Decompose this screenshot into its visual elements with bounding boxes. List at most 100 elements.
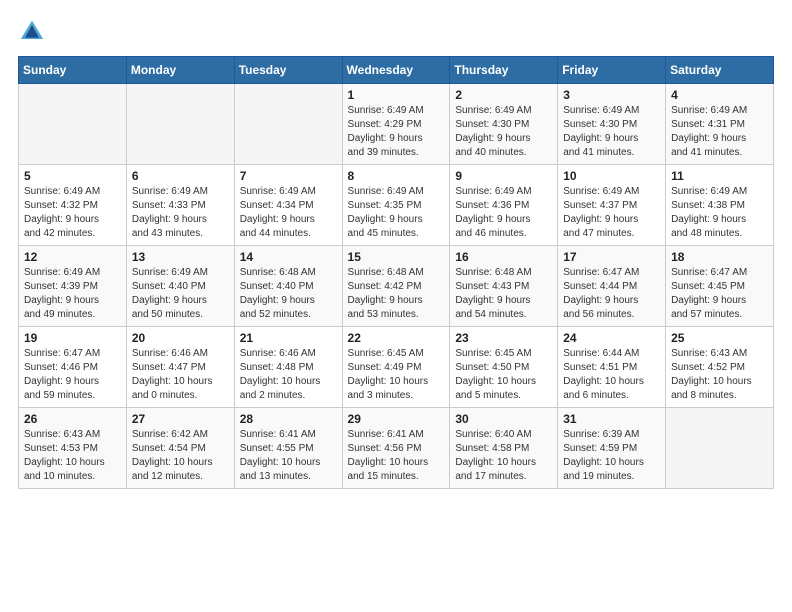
day-cell: 13 Sunrise: 6:49 AM Sunset: 4:40 PM Dayli…	[126, 246, 234, 327]
day-cell: 14 Sunrise: 6:48 AM Sunset: 4:40 PM Dayli…	[234, 246, 342, 327]
day-cell: 5 Sunrise: 6:49 AM Sunset: 4:32 PM Daylig…	[19, 165, 127, 246]
day-number: 4	[671, 88, 768, 102]
day-detail: Sunrise: 6:49 AM Sunset: 4:32 PM Dayligh…	[24, 185, 121, 241]
day-cell: 22 Sunrise: 6:45 AM Sunset: 4:49 PM Dayli…	[342, 327, 450, 408]
day-cell: 18Sunrise: 6:47 AM Sunset: 4:45 PM Dayli…	[666, 246, 774, 327]
day-number: 6	[132, 169, 229, 183]
day-number: 1	[348, 88, 445, 102]
day-detail: Sunrise: 6:48 AM Sunset: 4:40 PM Dayligh…	[240, 266, 337, 322]
day-cell	[666, 408, 774, 489]
day-detail: Sunrise: 6:47 AM Sunset: 4:46 PM Dayligh…	[24, 347, 121, 403]
day-detail: Sunrise: 6:49 AM Sunset: 4:30 PM Dayligh…	[455, 104, 552, 160]
weekday-header-monday: Monday	[126, 57, 234, 84]
day-number: 31	[563, 412, 660, 426]
day-cell: 30Sunrise: 6:40 AM Sunset: 4:58 PM Dayli…	[450, 408, 558, 489]
day-cell: 28 Sunrise: 6:41 AM Sunset: 4:55 PM Dayli…	[234, 408, 342, 489]
day-number: 25	[671, 331, 768, 345]
calendar: SundayMondayTuesdayWednesdayThursdayFrid…	[18, 56, 774, 489]
weekday-header-saturday: Saturday	[666, 57, 774, 84]
day-number: 28	[240, 412, 337, 426]
day-cell: 23 Sunrise: 6:45 AM Sunset: 4:50 PM Dayli…	[450, 327, 558, 408]
day-number: 15	[348, 250, 445, 264]
day-cell: 11 Sunrise: 6:49 AM Sunset: 4:38 PM Dayli…	[666, 165, 774, 246]
day-cell: 25 Sunrise: 6:43 AM Sunset: 4:52 PM Dayli…	[666, 327, 774, 408]
day-number: 29	[348, 412, 445, 426]
day-cell: 16 Sunrise: 6:48 AM Sunset: 4:43 PM Dayli…	[450, 246, 558, 327]
day-cell: 8 Sunrise: 6:49 AM Sunset: 4:35 PM Daylig…	[342, 165, 450, 246]
day-cell	[234, 84, 342, 165]
weekday-header-thursday: Thursday	[450, 57, 558, 84]
day-detail: Sunrise: 6:47 AM Sunset: 4:45 PM Dayligh…	[671, 266, 768, 322]
day-detail: Sunrise: 6:46 AM Sunset: 4:48 PM Dayligh…	[240, 347, 337, 403]
day-number: 8	[348, 169, 445, 183]
day-detail: Sunrise: 6:49 AM Sunset: 4:31 PM Dayligh…	[671, 104, 768, 160]
day-cell: 21Sunrise: 6:46 AM Sunset: 4:48 PM Dayli…	[234, 327, 342, 408]
day-detail: Sunrise: 6:40 AM Sunset: 4:58 PM Dayligh…	[455, 428, 552, 484]
day-number: 3	[563, 88, 660, 102]
day-cell: 27Sunrise: 6:42 AM Sunset: 4:54 PM Dayli…	[126, 408, 234, 489]
day-detail: Sunrise: 6:45 AM Sunset: 4:50 PM Dayligh…	[455, 347, 552, 403]
day-cell: 6 Sunrise: 6:49 AM Sunset: 4:33 PM Daylig…	[126, 165, 234, 246]
day-detail: Sunrise: 6:49 AM Sunset: 4:39 PM Dayligh…	[24, 266, 121, 322]
day-detail: Sunrise: 6:43 AM Sunset: 4:53 PM Dayligh…	[24, 428, 121, 484]
day-cell: 1 Sunrise: 6:49 AM Sunset: 4:29 PM Daylig…	[342, 84, 450, 165]
day-number: 17	[563, 250, 660, 264]
weekday-header-sunday: Sunday	[19, 57, 127, 84]
day-cell: 10Sunrise: 6:49 AM Sunset: 4:37 PM Dayli…	[558, 165, 666, 246]
day-detail: Sunrise: 6:39 AM Sunset: 4:59 PM Dayligh…	[563, 428, 660, 484]
day-cell: 9 Sunrise: 6:49 AM Sunset: 4:36 PM Daylig…	[450, 165, 558, 246]
weekday-header-row: SundayMondayTuesdayWednesdayThursdayFrid…	[19, 57, 774, 84]
week-row-5: 26 Sunrise: 6:43 AM Sunset: 4:53 PM Dayli…	[19, 408, 774, 489]
weekday-header-wednesday: Wednesday	[342, 57, 450, 84]
day-number: 2	[455, 88, 552, 102]
day-detail: Sunrise: 6:49 AM Sunset: 4:29 PM Dayligh…	[348, 104, 445, 160]
day-detail: Sunrise: 6:44 AM Sunset: 4:51 PM Dayligh…	[563, 347, 660, 403]
day-detail: Sunrise: 6:49 AM Sunset: 4:35 PM Dayligh…	[348, 185, 445, 241]
day-cell: 29 Sunrise: 6:41 AM Sunset: 4:56 PM Dayli…	[342, 408, 450, 489]
day-detail: Sunrise: 6:49 AM Sunset: 4:40 PM Dayligh…	[132, 266, 229, 322]
day-detail: Sunrise: 6:45 AM Sunset: 4:49 PM Dayligh…	[348, 347, 445, 403]
day-number: 19	[24, 331, 121, 345]
day-number: 23	[455, 331, 552, 345]
day-detail: Sunrise: 6:49 AM Sunset: 4:33 PM Dayligh…	[132, 185, 229, 241]
day-cell	[126, 84, 234, 165]
week-row-2: 5 Sunrise: 6:49 AM Sunset: 4:32 PM Daylig…	[19, 165, 774, 246]
day-number: 16	[455, 250, 552, 264]
day-number: 10	[563, 169, 660, 183]
day-detail: Sunrise: 6:41 AM Sunset: 4:56 PM Dayligh…	[348, 428, 445, 484]
day-detail: Sunrise: 6:49 AM Sunset: 4:38 PM Dayligh…	[671, 185, 768, 241]
header	[18, 18, 774, 46]
day-detail: Sunrise: 6:48 AM Sunset: 4:43 PM Dayligh…	[455, 266, 552, 322]
day-detail: Sunrise: 6:49 AM Sunset: 4:30 PM Dayligh…	[563, 104, 660, 160]
day-number: 9	[455, 169, 552, 183]
day-cell: 2 Sunrise: 6:49 AM Sunset: 4:30 PM Daylig…	[450, 84, 558, 165]
week-row-3: 12Sunrise: 6:49 AM Sunset: 4:39 PM Dayli…	[19, 246, 774, 327]
day-number: 14	[240, 250, 337, 264]
day-cell: 26 Sunrise: 6:43 AM Sunset: 4:53 PM Dayli…	[19, 408, 127, 489]
day-number: 20	[132, 331, 229, 345]
day-cell	[19, 84, 127, 165]
page: SundayMondayTuesdayWednesdayThursdayFrid…	[0, 0, 792, 499]
week-row-4: 19 Sunrise: 6:47 AM Sunset: 4:46 PM Dayli…	[19, 327, 774, 408]
day-detail: Sunrise: 6:49 AM Sunset: 4:36 PM Dayligh…	[455, 185, 552, 241]
day-number: 26	[24, 412, 121, 426]
day-number: 22	[348, 331, 445, 345]
weekday-header-tuesday: Tuesday	[234, 57, 342, 84]
day-cell: 24Sunrise: 6:44 AM Sunset: 4:51 PM Dayli…	[558, 327, 666, 408]
logo	[18, 18, 50, 46]
day-cell: 19 Sunrise: 6:47 AM Sunset: 4:46 PM Dayli…	[19, 327, 127, 408]
weekday-header-friday: Friday	[558, 57, 666, 84]
day-number: 27	[132, 412, 229, 426]
day-cell: 7Sunrise: 6:49 AM Sunset: 4:34 PM Daylig…	[234, 165, 342, 246]
day-cell: 15 Sunrise: 6:48 AM Sunset: 4:42 PM Dayli…	[342, 246, 450, 327]
day-cell: 3 Sunrise: 6:49 AM Sunset: 4:30 PM Daylig…	[558, 84, 666, 165]
day-detail: Sunrise: 6:43 AM Sunset: 4:52 PM Dayligh…	[671, 347, 768, 403]
day-number: 5	[24, 169, 121, 183]
day-detail: Sunrise: 6:48 AM Sunset: 4:42 PM Dayligh…	[348, 266, 445, 322]
logo-icon	[18, 18, 46, 46]
day-detail: Sunrise: 6:41 AM Sunset: 4:55 PM Dayligh…	[240, 428, 337, 484]
day-number: 7	[240, 169, 337, 183]
day-number: 11	[671, 169, 768, 183]
day-cell: 12Sunrise: 6:49 AM Sunset: 4:39 PM Dayli…	[19, 246, 127, 327]
day-number: 13	[132, 250, 229, 264]
